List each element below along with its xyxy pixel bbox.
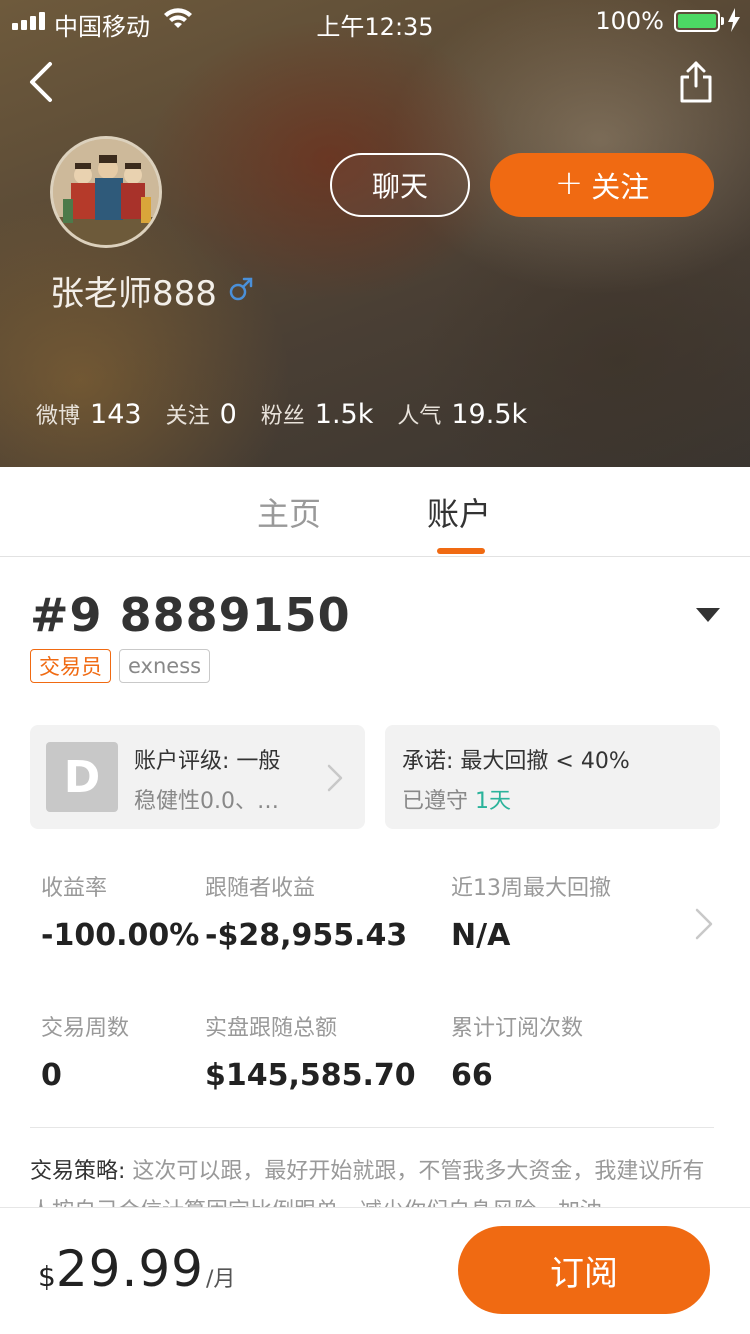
- stat-label-fans: 粉丝: [260, 404, 305, 429]
- subscribe-button-label: 订阅: [550, 1253, 618, 1294]
- promise-card: 承诺: 最大回撤 < 40% 已遵守 1天: [385, 725, 720, 829]
- avatar[interactable]: [50, 136, 162, 248]
- subscribe-button[interactable]: 订阅: [458, 1226, 710, 1314]
- profile-stats: 微博 143 关注 0 粉丝 1.5k 人气 19.5k: [36, 398, 551, 430]
- chevron-right-icon: [327, 764, 343, 792]
- strategy-label: 交易策略:: [30, 1159, 126, 1184]
- metrics-chevron-right-icon[interactable]: [694, 907, 714, 941]
- trader-badge: 交易员: [30, 649, 111, 683]
- subscription-price: $ 29.99 /月: [38, 1240, 235, 1298]
- active-tab-indicator: [437, 548, 485, 554]
- promise-days: 1天: [475, 789, 512, 814]
- charging-bolt-icon: [728, 8, 740, 32]
- subscribe-bar: $ 29.99 /月 订阅: [0, 1207, 750, 1334]
- metric-value-follower-profit: -$28,955.43: [205, 918, 408, 953]
- profile-header: 中国移动 上午12:35 100% 聊天 + 关注 张老师888 微博 143 …: [0, 0, 750, 467]
- metric-label-follower-profit: 跟随者收益: [205, 876, 316, 901]
- trading-strategy: 交易策略: 这次可以跟，最好开始就跟，不管我多大资金，我建议所有人按自己合信计算…: [30, 1152, 720, 1208]
- stat-value-fans[interactable]: 1.5k: [315, 399, 374, 430]
- stat-value-following[interactable]: 0: [220, 399, 237, 430]
- chat-button-label: 聊天: [371, 170, 428, 203]
- broker-badge: exness: [119, 649, 211, 683]
- metric-label-max-drawdown: 近13周最大回撤: [451, 876, 611, 901]
- metric-label-total-following: 实盘跟随总额: [205, 1016, 338, 1041]
- rating-subtitle: 稳健性0.0、…: [134, 789, 279, 814]
- metric-value-total-following: $145,585.70: [205, 1058, 416, 1093]
- account-dropdown-icon[interactable]: [694, 606, 722, 624]
- account-number: #9 8889150: [30, 588, 351, 642]
- back-button[interactable]: [24, 60, 60, 104]
- battery-percentage: 100%: [595, 7, 664, 35]
- metric-value-max-drawdown: N/A: [451, 918, 511, 953]
- strategy-text: 这次可以跟，最好开始就跟，不管我多大资金，我建议所有人按自己合信计算固定比例跟单…: [30, 1159, 705, 1208]
- account-rating-card[interactable]: D 账户评级: 一般 稳健性0.0、…: [30, 725, 365, 829]
- price-amount: 29.99: [55, 1240, 204, 1298]
- plus-icon: +: [554, 163, 584, 203]
- tab-account[interactable]: 账户: [427, 489, 491, 535]
- stat-value-posts[interactable]: 143: [90, 399, 142, 430]
- metric-label-trading-weeks: 交易周数: [41, 1016, 130, 1041]
- metric-value-trading-weeks: 0: [41, 1058, 62, 1093]
- follow-button-label: 关注: [591, 170, 650, 204]
- stat-label-posts: 微博: [36, 404, 81, 429]
- divider: [30, 1127, 714, 1128]
- stat-value-popularity: 19.5k: [451, 399, 528, 430]
- promise-status: 已遵守 1天: [402, 783, 511, 815]
- metric-value-subscriptions: 66: [451, 1058, 493, 1093]
- avatar-image: [53, 139, 159, 245]
- battery-icon: [674, 10, 724, 32]
- account-badges: 交易员 exness: [30, 649, 211, 683]
- price-currency: $: [38, 1260, 56, 1293]
- metric-value-return-rate: -100.00%: [41, 918, 200, 953]
- rating-grade: D: [46, 742, 118, 812]
- promise-status-text: 已遵守: [402, 789, 469, 814]
- metric-label-subscriptions: 累计订阅次数: [451, 1016, 584, 1041]
- rating-title: 账户评级: 一般: [134, 749, 281, 774]
- stat-label-popularity: 人气: [397, 404, 442, 429]
- tab-bar: 主页 账户: [0, 467, 750, 557]
- tab-home[interactable]: 主页: [257, 489, 321, 535]
- share-button[interactable]: [676, 60, 716, 104]
- male-symbol-icon: [229, 277, 253, 301]
- metric-label-return-rate: 收益率: [41, 876, 108, 901]
- follow-button[interactable]: + 关注: [490, 153, 714, 217]
- promise-title: 承诺: 最大回撤 < 40%: [402, 749, 630, 774]
- price-unit: /月: [205, 1267, 236, 1292]
- chat-button[interactable]: 聊天: [330, 153, 470, 217]
- username: 张老师888: [50, 274, 217, 314]
- stat-label-following: 关注: [165, 404, 210, 429]
- status-bar: 中国移动 上午12:35 100%: [0, 0, 750, 41]
